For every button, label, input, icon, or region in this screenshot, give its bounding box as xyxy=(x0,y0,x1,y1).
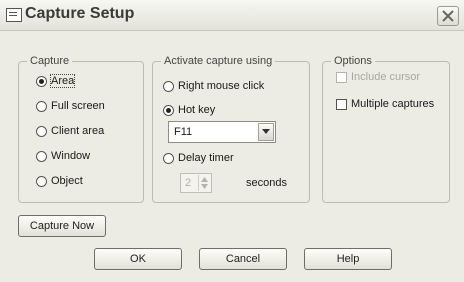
radio-right-mouse-click-label: Right mouse click xyxy=(178,80,265,92)
radio-area-circle[interactable] xyxy=(36,75,47,87)
radio-right-mouse-click[interactable]: Right mouse click xyxy=(163,78,264,94)
close-button[interactable] xyxy=(437,6,459,26)
radio-object[interactable]: Object xyxy=(36,173,83,189)
include-cursor-box[interactable] xyxy=(336,71,347,83)
hot-key-value: F11 xyxy=(174,126,193,138)
seconds-label: seconds xyxy=(246,177,287,189)
include-cursor-label: Include cursor xyxy=(351,71,421,83)
multiple-captures-checkbox[interactable]: Multiple captures xyxy=(336,96,434,112)
radio-area[interactable]: Area xyxy=(36,73,76,89)
radio-delay-timer[interactable]: Delay timer xyxy=(163,150,234,166)
options-legend: Options xyxy=(331,55,375,67)
radio-object-label: Object xyxy=(51,175,83,187)
hot-key-dropdown-button[interactable] xyxy=(258,123,274,141)
activate-legend: Activate capture using xyxy=(161,55,276,67)
radio-delay-timer-label: Delay timer xyxy=(178,152,234,164)
close-icon xyxy=(442,10,454,22)
spin-down-icon xyxy=(201,184,208,189)
radio-full-screen-circle[interactable] xyxy=(36,100,47,112)
ok-button[interactable]: OK xyxy=(94,248,182,270)
delay-timer-spinner[interactable]: 2 xyxy=(180,173,212,193)
radio-window-circle[interactable] xyxy=(36,150,47,162)
radio-window[interactable]: Window xyxy=(36,148,90,164)
radio-delay-timer-circle[interactable] xyxy=(163,152,174,164)
chevron-down-icon xyxy=(262,129,270,134)
hot-key-dropdown[interactable]: F11 xyxy=(168,121,276,143)
app-icon xyxy=(6,8,22,22)
window-title: Capture Setup xyxy=(25,5,135,22)
radio-hot-key-label: Hot key xyxy=(178,104,216,116)
radio-client-area-label: Client area xyxy=(51,125,105,137)
radio-full-screen-label: Full screen xyxy=(51,100,105,112)
radio-client-area[interactable]: Client area xyxy=(36,123,104,139)
spinner-arrows[interactable] xyxy=(198,175,210,191)
spin-up-icon xyxy=(201,177,208,182)
delay-timer-value: 2 xyxy=(185,177,192,189)
multiple-captures-label: Multiple captures xyxy=(351,98,435,110)
capture-legend: Capture xyxy=(27,55,73,67)
radio-hot-key[interactable]: Hot key xyxy=(163,102,215,118)
help-button[interactable]: Help xyxy=(304,248,392,270)
radio-area-label: Area xyxy=(49,74,76,88)
radio-hot-key-circle[interactable] xyxy=(163,104,174,116)
cancel-button[interactable]: Cancel xyxy=(199,248,287,270)
radio-right-mouse-click-circle[interactable] xyxy=(163,80,174,92)
radio-window-label: Window xyxy=(51,150,91,162)
include-cursor-checkbox[interactable]: Include cursor xyxy=(336,69,420,85)
multiple-captures-box[interactable] xyxy=(336,98,347,110)
radio-client-area-circle[interactable] xyxy=(36,125,47,137)
title-bar: Capture Setup xyxy=(0,0,464,31)
capture-now-button[interactable]: Capture Now xyxy=(18,215,106,237)
radio-object-circle[interactable] xyxy=(36,175,47,187)
radio-full-screen[interactable]: Full screen xyxy=(36,98,105,114)
